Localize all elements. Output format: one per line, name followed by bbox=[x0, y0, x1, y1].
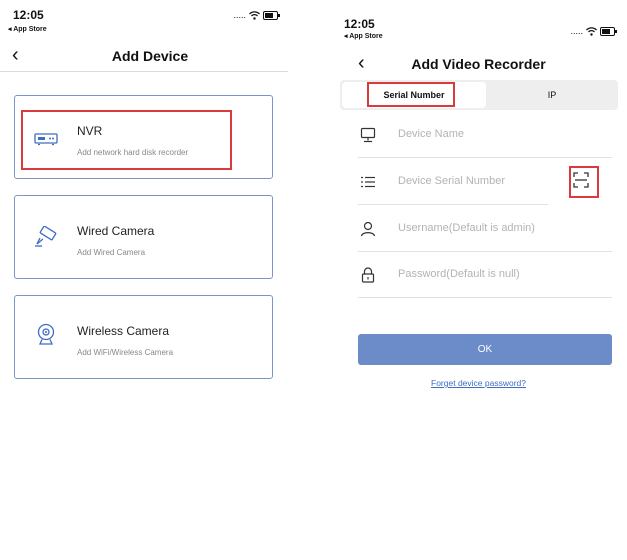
device-name-field[interactable]: Device Name bbox=[358, 112, 612, 158]
page-title: Add Device bbox=[111, 48, 189, 64]
nav-divider bbox=[0, 71, 288, 72]
status-time: 12:05 bbox=[13, 8, 44, 22]
username-input[interactable]: Username(Default is admin) bbox=[398, 222, 535, 234]
signal-icon: ..... bbox=[570, 26, 583, 36]
username-field[interactable]: Username(Default is admin) bbox=[358, 206, 612, 252]
field-divider bbox=[358, 157, 612, 158]
back-to-app-store[interactable]: ◂ App Store bbox=[344, 32, 383, 40]
highlight-box bbox=[367, 82, 455, 107]
device-serial-input[interactable]: Device Serial Number bbox=[398, 175, 505, 187]
system-indicators: ..... bbox=[570, 26, 617, 36]
forget-password-link[interactable]: Forget device password? bbox=[330, 378, 627, 388]
card-subtitle: Add WiFi/Wireless Camera bbox=[77, 348, 174, 357]
wifi-icon bbox=[249, 10, 260, 20]
page-title: Add Video Recorder bbox=[411, 56, 546, 72]
password-input[interactable]: Password(Default is null) bbox=[398, 268, 520, 280]
highlight-box bbox=[21, 110, 232, 170]
nav-bar: ‹ Add Device bbox=[0, 44, 300, 70]
wired-camera-icon bbox=[33, 226, 59, 248]
monitor-icon bbox=[358, 126, 378, 144]
wifi-icon bbox=[586, 26, 597, 36]
add-device-screen: 12:05 ◂ App Store ..... ‹ Add Device NVR… bbox=[0, 0, 300, 560]
card-subtitle: Add Wired Camera bbox=[77, 248, 146, 257]
nav-bar: ‹ Add Video Recorder bbox=[330, 52, 627, 78]
back-to-app-store[interactable]: ◂ App Store bbox=[8, 25, 47, 33]
status-time: 12:05 bbox=[344, 17, 375, 31]
battery-icon bbox=[600, 26, 617, 36]
device-name-input[interactable]: Device Name bbox=[398, 128, 464, 140]
list-icon bbox=[358, 173, 378, 191]
card-title: Wired Camera bbox=[77, 224, 155, 238]
ok-button[interactable]: OK bbox=[358, 334, 612, 365]
status-bar: 12:05 ◂ App Store ..... bbox=[330, 8, 627, 40]
add-video-recorder-screen: 12:05 ◂ App Store ..... ‹ Add Video Reco… bbox=[330, 0, 627, 560]
field-divider bbox=[358, 297, 612, 298]
device-card-wired-camera[interactable]: Wired Camera Add Wired Camera bbox=[14, 195, 273, 279]
status-bar: 12:05 ◂ App Store ..... bbox=[0, 8, 300, 34]
device-card-wireless-camera[interactable]: Wireless Camera Add WiFi/Wireless Camera bbox=[14, 295, 273, 379]
tab-ip[interactable]: IP bbox=[488, 82, 616, 108]
system-indicators: ..... bbox=[233, 10, 280, 20]
signal-icon: ..... bbox=[233, 10, 246, 20]
lock-icon bbox=[358, 266, 378, 284]
highlight-box bbox=[569, 166, 599, 198]
field-divider bbox=[358, 204, 548, 205]
battery-icon bbox=[263, 10, 280, 20]
card-title: Wireless Camera bbox=[77, 324, 170, 338]
user-icon bbox=[358, 220, 378, 238]
password-field[interactable]: Password(Default is null) bbox=[358, 252, 612, 298]
wireless-camera-icon bbox=[33, 323, 59, 346]
